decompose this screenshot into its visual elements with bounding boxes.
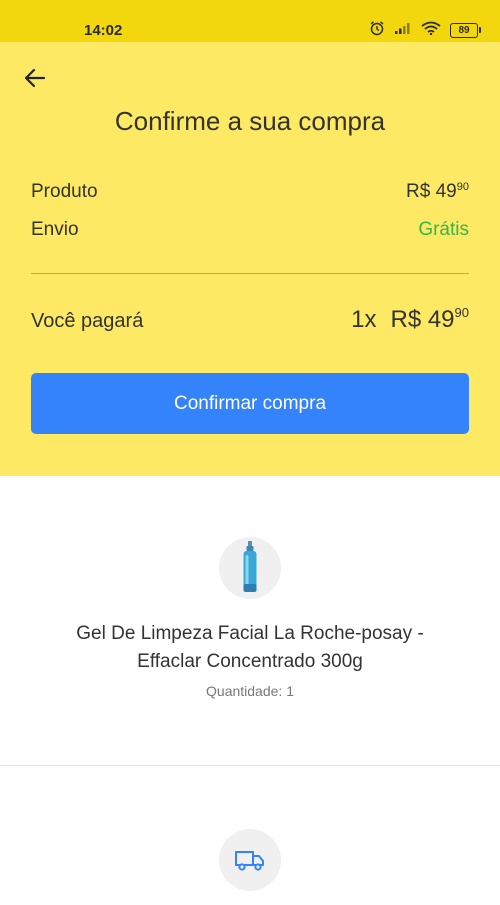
battery-icon: 89: [450, 23, 481, 38]
summary-divider: [31, 273, 469, 274]
product-label: Produto: [31, 181, 98, 202]
product-name-line2: Effaclar Concentrado 300g: [137, 651, 363, 672]
product-name-line1: Gel De Limpeza Facial La Roche-posay -: [76, 623, 424, 644]
page-title: Confirme a sua compra: [114, 106, 386, 136]
checkout-summary: Confirme a sua compra Produto R$ 4990 En…: [0, 42, 500, 476]
section-divider: [0, 765, 500, 766]
wifi-icon: [421, 21, 441, 40]
shipping-label: Envio: [31, 219, 79, 240]
product-row: Produto R$ 4990: [31, 181, 469, 203]
truck-icon: [235, 851, 264, 871]
product-name: Gel De Limpeza Facial La Roche-posay - E…: [0, 620, 500, 676]
product-price-main: R$ 49: [406, 181, 457, 202]
total-label: Você pagará: [31, 310, 144, 332]
total-price-main: R$ 49: [390, 306, 455, 333]
product-price-cents: 90: [456, 181, 469, 193]
back-button[interactable]: [20, 62, 52, 94]
total-quantity: 1x: [351, 306, 377, 333]
status-time: 14:02: [84, 22, 123, 39]
arrow-left-icon: [24, 68, 46, 88]
shipping-icon-badge: [219, 829, 281, 891]
shipping-value: Grátis: [418, 219, 469, 240]
total-row: Você pagará 1x R$ 4990: [31, 305, 469, 334]
product-price: R$ 4990: [406, 181, 469, 203]
product-quantity: Quantidade: 1: [206, 683, 294, 699]
alarm-icon: [369, 20, 385, 41]
confirm-purchase-button[interactable]: Confirmar compra: [31, 373, 469, 434]
total-price-cents: 90: [454, 305, 469, 320]
product-image: [219, 537, 281, 599]
total-value: 1x R$ 4990: [351, 305, 469, 334]
product-bottle-icon: [243, 541, 257, 592]
signal-icon: [394, 21, 412, 40]
shipping-row: Envio Grátis: [31, 219, 469, 241]
total-price: R$ 4990: [390, 305, 469, 334]
status-icons: 89: [369, 20, 481, 41]
status-bar: 14:02 89: [0, 0, 500, 42]
